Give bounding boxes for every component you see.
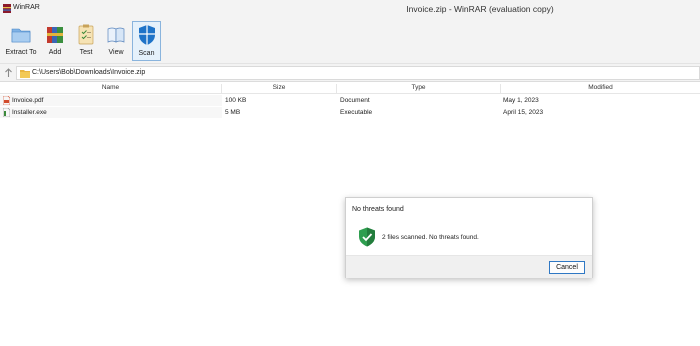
address-bar: C:\Users\Bob\Downloads\Invoice.zip bbox=[0, 64, 700, 82]
column-name-header[interactable]: Name bbox=[0, 84, 222, 94]
up-arrow-icon[interactable] bbox=[4, 68, 13, 78]
dialog-footer: Cancel bbox=[346, 255, 592, 278]
file-row[interactable]: Invoice.pdf 100 KB Document May 1, 2023 bbox=[0, 95, 700, 106]
book-icon bbox=[107, 27, 125, 43]
clipboard-check-icon bbox=[78, 24, 94, 45]
add-button[interactable]: Add bbox=[40, 21, 70, 61]
file-size: 100 KB bbox=[225, 97, 247, 104]
path-text: C:\Users\Bob\Downloads\Invoice.zip bbox=[32, 69, 146, 76]
column-header-row: Name Size Type Modified bbox=[0, 83, 700, 94]
test-button[interactable]: Test bbox=[72, 21, 100, 61]
file-modified: May 1, 2023 bbox=[503, 97, 539, 104]
file-modified: April 15, 2023 bbox=[503, 109, 544, 116]
path-field[interactable]: C:\Users\Bob\Downloads\Invoice.zip bbox=[16, 66, 700, 80]
shield-icon bbox=[138, 25, 155, 45]
file-row[interactable]: Installer.exe 5 MB Executable April 15, … bbox=[0, 107, 700, 118]
folder-icon bbox=[20, 70, 30, 78]
file-name: Invoice.pdf bbox=[12, 97, 44, 104]
extract-to-button[interactable]: Extract To bbox=[4, 21, 38, 61]
file-type: Executable bbox=[340, 109, 373, 116]
view-label: View bbox=[108, 49, 124, 56]
extract-to-label: Extract To bbox=[5, 49, 37, 56]
add-label: Add bbox=[48, 49, 62, 56]
dialog-message: 2 files scanned. No threats found. bbox=[382, 234, 479, 241]
shield-check-icon bbox=[359, 227, 375, 247]
dialog-title: No threats found bbox=[352, 206, 404, 213]
column-modified-header[interactable]: Modified bbox=[501, 84, 700, 94]
scan-button[interactable]: Scan bbox=[132, 21, 161, 61]
scan-label: Scan bbox=[138, 50, 155, 57]
extract-folder-icon bbox=[11, 28, 31, 43]
view-button[interactable]: View bbox=[102, 21, 130, 61]
file-name: Installer.exe bbox=[12, 109, 47, 116]
column-size-header[interactable]: Size bbox=[222, 84, 337, 94]
pdf-file-icon bbox=[3, 96, 10, 105]
file-size: 5 MB bbox=[225, 109, 241, 116]
column-type-header[interactable]: Type bbox=[337, 84, 501, 94]
scan-result-dialog: No threats found 2 files scanned. No thr… bbox=[345, 197, 593, 278]
cancel-button[interactable]: Cancel bbox=[549, 261, 585, 274]
test-label: Test bbox=[79, 49, 93, 56]
title-bar: WinRAR Invoice.zip - WinRAR (evaluation … bbox=[0, 0, 700, 18]
archive-books-icon bbox=[47, 27, 63, 43]
exe-file-icon bbox=[3, 108, 10, 117]
window-title: Invoice.zip - WinRAR (evaluation copy) bbox=[406, 4, 554, 14]
toolbar: Extract To Add Test View Scan bbox=[0, 18, 700, 64]
file-type: Document bbox=[340, 97, 370, 104]
